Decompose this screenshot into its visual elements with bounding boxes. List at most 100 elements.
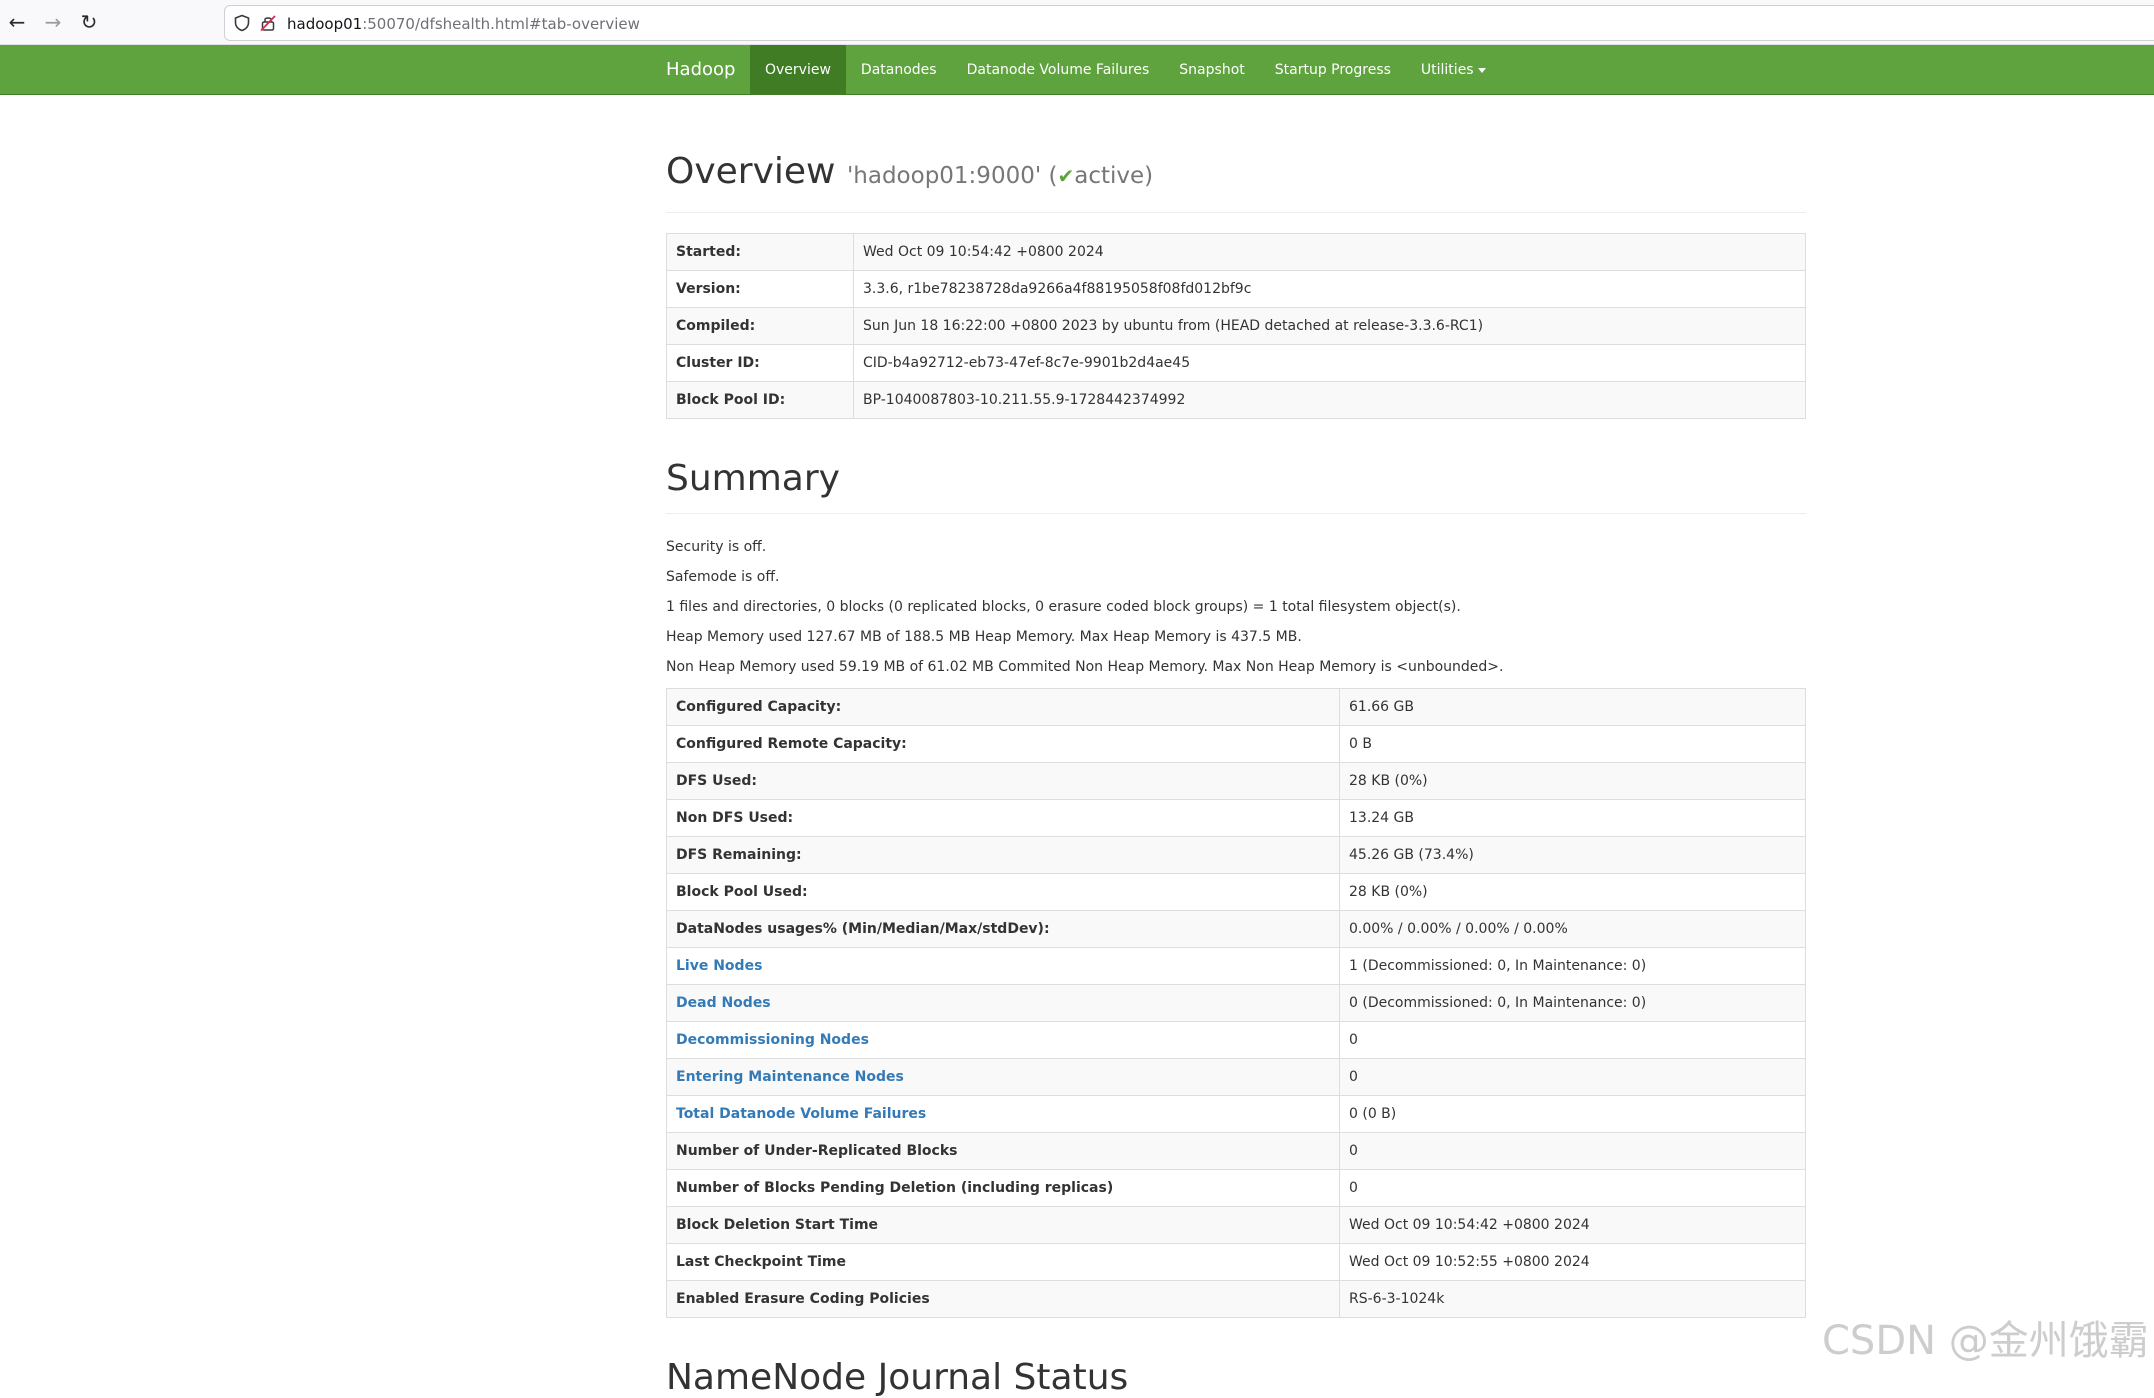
utilities-dropdown[interactable]: Utilities [1406, 45, 1501, 95]
table-row: Live Nodes 1 (Decommissioned: 0, In Maint… [666, 947, 1806, 985]
overview-host-status: 'hadoop01:9000' (✔active) [847, 163, 1153, 189]
back-arrow-icon[interactable]: ← [4, 9, 30, 35]
top-navbar: Hadoop Overview Datanodes Datanode Volum… [0, 45, 2154, 95]
row-value: 45.26 GB (73.4%) [1339, 836, 1806, 874]
row-key: Total Datanode Volume Failures [666, 1095, 1340, 1133]
url-host: hadoop01 [287, 15, 363, 33]
row-value: Sun Jun 18 16:22:00 +0800 2023 by ubuntu… [853, 307, 1806, 345]
row-value: RS-6-3-1024k [1339, 1280, 1806, 1318]
check-icon: ✔ [1057, 164, 1075, 188]
row-value: 28 KB (0%) [1339, 762, 1806, 800]
tab-datanode-volume-failures[interactable]: Datanode Volume Failures [952, 45, 1165, 95]
row-value: 0 B [1339, 725, 1806, 763]
entering-maintenance-nodes-link[interactable]: Entering Maintenance Nodes [676, 1069, 904, 1085]
row-value: 1 (Decommissioned: 0, In Maintenance: 0) [1339, 947, 1806, 985]
row-value: 0 [1339, 1132, 1806, 1170]
watermark: CSDN @金州饿霸 [1822, 1318, 2149, 1364]
row-value: 61.66 GB [1339, 688, 1806, 726]
table-row: Number of Under-Replicated Blocks 0 [666, 1132, 1806, 1170]
table-row: Total Datanode Volume Failures 0 (0 B) [666, 1095, 1806, 1133]
row-key: Block Deletion Start Time [666, 1206, 1340, 1244]
decommissioning-nodes-link[interactable]: Decommissioning Nodes [676, 1032, 869, 1048]
main-content: Overview 'hadoop01:9000' (✔active) Start… [666, 95, 1806, 1318]
table-row: Started: Wed Oct 09 10:54:42 +0800 2024 [666, 233, 1806, 271]
row-key: Entering Maintenance Nodes [666, 1058, 1340, 1096]
table-row: Dead Nodes 0 (Decommissioned: 0, In Maint… [666, 984, 1806, 1022]
table-row: Configured Capacity: 61.66 GB [666, 688, 1806, 726]
row-key: Compiled: [666, 307, 854, 345]
live-nodes-link[interactable]: Live Nodes [676, 958, 762, 974]
brand-logo[interactable]: Hadoop [666, 45, 750, 95]
row-key: Block Pool Used: [666, 873, 1340, 911]
row-key: DataNodes usages% (Min/Median/Max/stdDev… [666, 910, 1340, 948]
row-key: Decommissioning Nodes [666, 1021, 1340, 1059]
row-value: 13.24 GB [1339, 799, 1806, 837]
tab-snapshot[interactable]: Snapshot [1164, 45, 1259, 95]
table-row: Compiled: Sun Jun 18 16:22:00 +0800 2023… [666, 307, 1806, 345]
row-value: 0.00% / 0.00% / 0.00% / 0.00% [1339, 910, 1806, 948]
reload-icon[interactable]: ↻ [76, 9, 102, 35]
row-value: 0 (0 B) [1339, 1095, 1806, 1133]
row-value: 3.3.6, r1be78238728da9266a4f88195058f08f… [853, 270, 1806, 308]
overview-table: Started: Wed Oct 09 10:54:42 +0800 2024 … [666, 233, 1806, 419]
table-row: Enabled Erasure Coding Policies RS-6-3-10… [666, 1280, 1806, 1318]
table-row: Number of Blocks Pending Deletion (inclu… [666, 1169, 1806, 1207]
table-row: Block Pool ID: BP-1040087803-10.211.55.9… [666, 381, 1806, 419]
row-key: Non DFS Used: [666, 799, 1340, 837]
insecure-lock-icon[interactable] [259, 14, 277, 32]
table-row: Non DFS Used: 13.24 GB [666, 799, 1806, 837]
forward-arrow-icon[interactable]: → [40, 9, 66, 35]
table-row: Configured Remote Capacity: 0 B [666, 725, 1806, 763]
tab-overview[interactable]: Overview [750, 45, 846, 95]
namenode-address: 'hadoop01:9000' [846, 163, 1042, 189]
table-row: DataNodes usages% (Min/Median/Max/stdDev… [666, 910, 1806, 948]
summary-table: Configured Capacity: 61.66 GB Configured … [666, 688, 1806, 1318]
summary-header: Summary [666, 459, 1806, 514]
row-key: Live Nodes [666, 947, 1340, 985]
table-row: Entering Maintenance Nodes 0 [666, 1058, 1806, 1096]
safemode-status: Safemode is off. [666, 569, 780, 585]
row-value: 28 KB (0%) [1339, 873, 1806, 911]
row-key: DFS Remaining: [666, 836, 1340, 874]
overview-title-text: Overview [666, 151, 836, 192]
table-row: Version: 3.3.6, r1be78238728da9266a4f881… [666, 270, 1806, 308]
volume-failures-link[interactable]: Total Datanode Volume Failures [676, 1106, 926, 1122]
row-value: BP-1040087803-10.211.55.9-1728442374992 [853, 381, 1806, 419]
table-row: Block Pool Used: 28 KB (0%) [666, 873, 1806, 911]
url-text: hadoop01:50070/dfshealth.html#tab-overvi… [287, 14, 640, 34]
namenode-state: active) [1074, 163, 1154, 189]
row-key: DFS Used: [666, 762, 1340, 800]
tab-datanodes[interactable]: Datanodes [846, 45, 952, 95]
address-bar[interactable]: hadoop01:50070/dfshealth.html#tab-overvi… [224, 5, 2154, 41]
journal-status-title: NameNode Journal Status [666, 1357, 1129, 1398]
nav-menu: Overview Datanodes Datanode Volume Failu… [750, 45, 1501, 95]
heap-memory: Heap Memory used 127.67 MB of 188.5 MB H… [666, 629, 1302, 645]
row-key: Version: [666, 270, 854, 308]
table-row: Cluster ID: CID-b4a92712-eb73-47ef-8c7e-… [666, 344, 1806, 382]
row-key: Dead Nodes [666, 984, 1340, 1022]
row-value: 0 [1339, 1058, 1806, 1096]
table-row: DFS Used: 28 KB (0%) [666, 762, 1806, 800]
row-value: 0 (Decommissioned: 0, In Maintenance: 0) [1339, 984, 1806, 1022]
row-key: Cluster ID: [666, 344, 854, 382]
row-key: Configured Remote Capacity: [666, 725, 1340, 763]
row-value: 0 [1339, 1169, 1806, 1207]
utilities-label: Utilities [1420, 62, 1474, 78]
table-row: DFS Remaining: 45.26 GB (73.4%) [666, 836, 1806, 874]
row-key: Started: [666, 233, 854, 271]
row-value: CID-b4a92712-eb73-47ef-8c7e-9901b2d4ae45 [853, 344, 1806, 382]
row-value: Wed Oct 09 10:54:42 +0800 2024 [853, 233, 1806, 271]
tab-startup-progress[interactable]: Startup Progress [1260, 45, 1406, 95]
security-status: Security is off. [666, 539, 767, 555]
table-row: Decommissioning Nodes 0 [666, 1021, 1806, 1059]
row-value: Wed Oct 09 10:54:42 +0800 2024 [1339, 1206, 1806, 1244]
row-key: Configured Capacity: [666, 688, 1340, 726]
dead-nodes-link[interactable]: Dead Nodes [676, 995, 771, 1011]
table-row: Block Deletion Start Time Wed Oct 09 10:5… [666, 1206, 1806, 1244]
row-key: Block Pool ID: [666, 381, 854, 419]
summary-title: Summary [666, 458, 840, 499]
shield-icon[interactable] [233, 14, 251, 32]
row-key: Number of Under-Replicated Blocks [666, 1132, 1340, 1170]
row-value: 0 [1339, 1021, 1806, 1059]
non-heap-memory: Non Heap Memory used 59.19 MB of 61.02 M… [666, 659, 1504, 675]
